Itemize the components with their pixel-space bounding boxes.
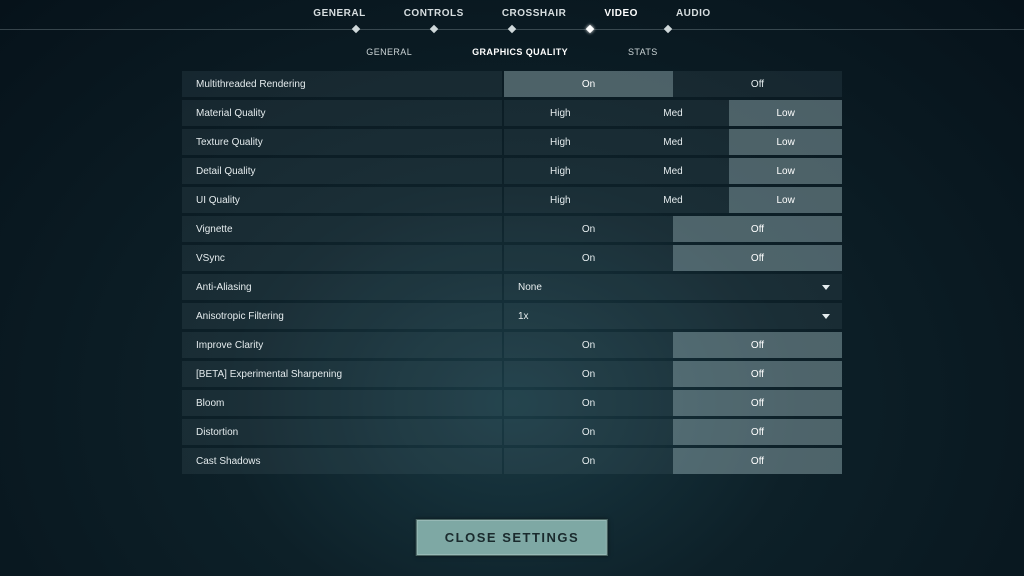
option-button[interactable]: On xyxy=(504,419,673,445)
setting-options: OnOff xyxy=(504,361,842,387)
setting-options: OnOff xyxy=(504,332,842,358)
option-button[interactable]: Low xyxy=(729,100,842,126)
subtab-stats[interactable]: STATS xyxy=(628,47,658,57)
tab-video[interactable]: VIDEO xyxy=(604,8,638,19)
option-button[interactable]: Med xyxy=(617,129,730,155)
setting-row: Improve ClarityOnOff xyxy=(182,332,842,358)
option-button[interactable]: On xyxy=(504,390,673,416)
option-button[interactable]: High xyxy=(504,129,617,155)
chevron-down-icon xyxy=(822,285,830,290)
subtab-general[interactable]: GENERAL xyxy=(366,47,412,57)
setting-options: OnOff xyxy=(504,245,842,271)
setting-options: OnOff xyxy=(504,71,842,97)
option-button[interactable]: Off xyxy=(673,390,842,416)
chevron-down-icon xyxy=(822,314,830,319)
setting-label: VSync xyxy=(182,245,502,271)
diamond-icon xyxy=(352,25,360,33)
setting-options: OnOff xyxy=(504,448,842,474)
setting-label: Distortion xyxy=(182,419,502,445)
option-button[interactable]: Low xyxy=(729,187,842,213)
setting-label: Texture Quality xyxy=(182,129,502,155)
secondary-tabs: GENERAL GRAPHICS QUALITY STATS xyxy=(0,47,1024,57)
tab-audio[interactable]: AUDIO xyxy=(676,8,711,19)
setting-dropdown[interactable]: None xyxy=(504,274,842,300)
option-button[interactable]: High xyxy=(504,187,617,213)
option-button[interactable]: Off xyxy=(673,216,842,242)
diamond-icon xyxy=(508,25,516,33)
setting-row: Anti-Aliasing None xyxy=(182,274,842,300)
setting-options: HighMedLow xyxy=(504,187,842,213)
option-button[interactable]: High xyxy=(504,158,617,184)
tab-controls[interactable]: CONTROLS xyxy=(404,8,464,19)
option-button[interactable]: Off xyxy=(673,448,842,474)
option-button[interactable]: On xyxy=(504,71,673,97)
setting-label: Bloom xyxy=(182,390,502,416)
option-button[interactable]: Med xyxy=(617,187,730,213)
setting-row: Multithreaded RenderingOnOff xyxy=(182,71,842,97)
setting-row: Cast ShadowsOnOff xyxy=(182,448,842,474)
setting-dropdown[interactable]: 1x xyxy=(504,303,842,329)
tab-crosshair[interactable]: CROSSHAIR xyxy=(502,8,567,19)
setting-row: Texture QualityHighMedLow xyxy=(182,129,842,155)
option-button[interactable]: High xyxy=(504,100,617,126)
setting-row: VSyncOnOff xyxy=(182,245,842,271)
setting-label: Improve Clarity xyxy=(182,332,502,358)
setting-label: Material Quality xyxy=(182,100,502,126)
option-button[interactable]: Low xyxy=(729,129,842,155)
setting-label: Cast Shadows xyxy=(182,448,502,474)
setting-options: OnOff xyxy=(504,419,842,445)
option-button[interactable]: On xyxy=(504,448,673,474)
setting-row: DistortionOnOff xyxy=(182,419,842,445)
dropdown-value: None xyxy=(518,282,542,293)
setting-label: Multithreaded Rendering xyxy=(182,71,502,97)
option-button[interactable]: Off xyxy=(673,361,842,387)
setting-row: Anisotropic Filtering 1x xyxy=(182,303,842,329)
setting-options: HighMedLow xyxy=(504,100,842,126)
setting-options: OnOff xyxy=(504,216,842,242)
option-button[interactable]: Med xyxy=(617,158,730,184)
setting-row: Material QualityHighMedLow xyxy=(182,100,842,126)
primary-tabs: GENERAL CONTROLS CROSSHAIR VIDEO AUDIO xyxy=(0,0,1024,19)
dropdown-value: 1x xyxy=(518,311,529,322)
setting-row: VignetteOnOff xyxy=(182,216,842,242)
setting-options: HighMedLow xyxy=(504,158,842,184)
subtab-graphics-quality[interactable]: GRAPHICS QUALITY xyxy=(472,47,568,57)
setting-label: Anti-Aliasing xyxy=(182,274,502,300)
diamond-icon xyxy=(664,25,672,33)
setting-label: Vignette xyxy=(182,216,502,242)
option-button[interactable]: Off xyxy=(673,332,842,358)
close-settings-button[interactable]: CLOSE SETTINGS xyxy=(416,519,608,556)
option-button[interactable]: Low xyxy=(729,158,842,184)
setting-label: [BETA] Experimental Sharpening xyxy=(182,361,502,387)
option-button[interactable]: Off xyxy=(673,419,842,445)
tab-general[interactable]: GENERAL xyxy=(313,8,365,19)
setting-row: BloomOnOff xyxy=(182,390,842,416)
setting-options: HighMedLow xyxy=(504,129,842,155)
diamond-icon xyxy=(430,25,438,33)
option-button[interactable]: Off xyxy=(673,71,842,97)
setting-label: Detail Quality xyxy=(182,158,502,184)
option-button[interactable]: On xyxy=(504,332,673,358)
diamond-icon xyxy=(586,25,594,33)
tab-divider xyxy=(0,25,1024,35)
setting-label: Anisotropic Filtering xyxy=(182,303,502,329)
settings-list: Multithreaded RenderingOnOffMaterial Qua… xyxy=(182,71,842,474)
setting-row: UI QualityHighMedLow xyxy=(182,187,842,213)
setting-options: OnOff xyxy=(504,390,842,416)
option-button[interactable]: Off xyxy=(673,245,842,271)
setting-row: [BETA] Experimental SharpeningOnOff xyxy=(182,361,842,387)
option-button[interactable]: On xyxy=(504,216,673,242)
option-button[interactable]: On xyxy=(504,245,673,271)
setting-label: UI Quality xyxy=(182,187,502,213)
setting-row: Detail QualityHighMedLow xyxy=(182,158,842,184)
option-button[interactable]: Med xyxy=(617,100,730,126)
option-button[interactable]: On xyxy=(504,361,673,387)
